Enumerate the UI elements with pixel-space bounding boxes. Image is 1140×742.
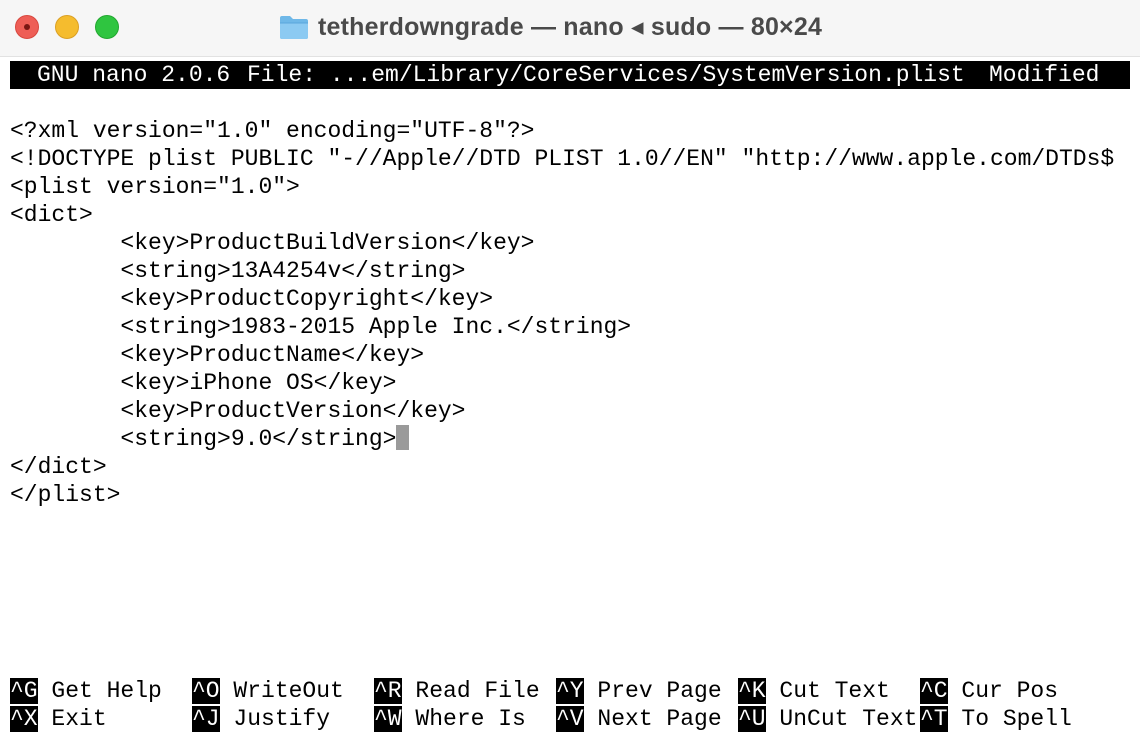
minimize-button[interactable] — [55, 15, 79, 39]
shortcut-label: UnCut Text — [779, 706, 918, 732]
shortcut-key: ^C — [920, 678, 948, 704]
shortcut-exit[interactable]: ^X Exit — [10, 705, 107, 733]
text-cursor — [396, 425, 410, 450]
shortcut-key: ^W — [374, 706, 402, 732]
shortcut-label: Next Page — [597, 706, 722, 732]
editor-line: <!DOCTYPE plist PUBLIC "-//Apple//DTD PL… — [10, 146, 1115, 172]
editor-line: <key>ProductName</key> — [10, 342, 425, 368]
shortcut-key: ^V — [556, 706, 584, 732]
nano-header-bar: GNU nano 2.0.6 File: ...em/Library/CoreSe… — [10, 61, 1130, 89]
window-title-group: tetherdowngrade — nano ◂ sudo — 80×24 — [278, 10, 822, 44]
nano-file-path: File: ...em/Library/CoreServices/SystemV… — [247, 62, 965, 88]
editor-line: </plist> — [10, 482, 121, 508]
close-dot-icon — [24, 24, 30, 30]
shortcut-key: ^U — [738, 706, 766, 732]
shortcut-key: ^X — [10, 706, 38, 732]
shortcut-to-spell[interactable]: ^T To Spell — [920, 705, 1072, 733]
shortcut-prev-page[interactable]: ^Y Prev Page — [556, 677, 722, 705]
shortcut-writeout[interactable]: ^O WriteOut — [192, 677, 344, 705]
editor-line: <key>ProductBuildVersion</key> — [10, 230, 535, 256]
shortcut-key: ^O — [192, 678, 220, 704]
editor-line: <plist version="1.0"> — [10, 174, 300, 200]
shortcut-next-page[interactable]: ^V Next Page — [556, 705, 722, 733]
shortcut-uncut-text[interactable]: ^U UnCut Text — [738, 705, 917, 733]
nano-modified-status: Modified — [989, 62, 1100, 88]
shortcut-label: Prev Page — [597, 678, 722, 704]
folder-icon — [280, 16, 308, 39]
shortcut-get-help[interactable]: ^G Get Help — [10, 677, 162, 705]
shortcut-label: Justify — [233, 706, 331, 732]
shortcut-label: Cut Text — [779, 678, 890, 704]
editor-buffer[interactable]: <?xml version="1.0" encoding="UTF-8"?> <… — [10, 117, 1135, 509]
shortcut-justify[interactable]: ^J Justify — [192, 705, 330, 733]
editor-line: <key>ProductCopyright</key> — [10, 286, 494, 312]
shortcut-label: WriteOut — [233, 678, 344, 704]
shortcut-bar: ^G Get Help ^O WriteOut ^R Read File ^Y … — [10, 677, 1135, 733]
shortcut-label: Exit — [51, 706, 107, 732]
editor-line: <key>iPhone OS</key> — [10, 370, 397, 396]
shortcut-read-file[interactable]: ^R Read File — [374, 677, 540, 705]
shortcut-label: Read File — [415, 678, 540, 704]
shortcut-label: Get Help — [51, 678, 162, 704]
editor-line: <string>1983-2015 Apple Inc.</string> — [10, 314, 632, 340]
editor-line: </dict> — [10, 454, 107, 480]
maximize-button[interactable] — [95, 15, 119, 39]
nano-version: GNU nano 2.0.6 — [37, 62, 231, 88]
shortcut-key: ^R — [374, 678, 402, 704]
title-bar[interactable]: tetherdowngrade — nano ◂ sudo — 80×24 — [0, 0, 1140, 57]
editor-line-current: <string>9.0</string> — [10, 425, 1135, 453]
shortcut-label: Cur Pos — [961, 678, 1059, 704]
editor-line: <string>13A4254v</string> — [10, 258, 466, 284]
editor-line: <dict> — [10, 202, 93, 228]
close-button[interactable] — [15, 15, 39, 39]
shortcut-cut-text[interactable]: ^K Cut Text — [738, 677, 890, 705]
terminal-window: tetherdowngrade — nano ◂ sudo — 80×24 GN… — [0, 0, 1140, 742]
window-title: tetherdowngrade — nano ◂ sudo — 80×24 — [318, 13, 823, 41]
shortcut-key: ^Y — [556, 678, 584, 704]
editor-line-text: <string>9.0</string> — [10, 426, 397, 452]
editor-line: <key>ProductVersion</key> — [10, 398, 466, 424]
shortcut-key: ^T — [920, 706, 948, 732]
shortcut-where-is[interactable]: ^W Where Is — [374, 705, 526, 733]
shortcut-key: ^J — [192, 706, 220, 732]
editor-line: <?xml version="1.0" encoding="UTF-8"?> — [10, 118, 535, 144]
shortcut-label: Where Is — [415, 706, 526, 732]
shortcut-label: To Spell — [961, 706, 1072, 732]
shortcut-key: ^K — [738, 678, 766, 704]
shortcut-key: ^G — [10, 678, 38, 704]
shortcut-cur-pos[interactable]: ^C Cur Pos — [920, 677, 1058, 705]
